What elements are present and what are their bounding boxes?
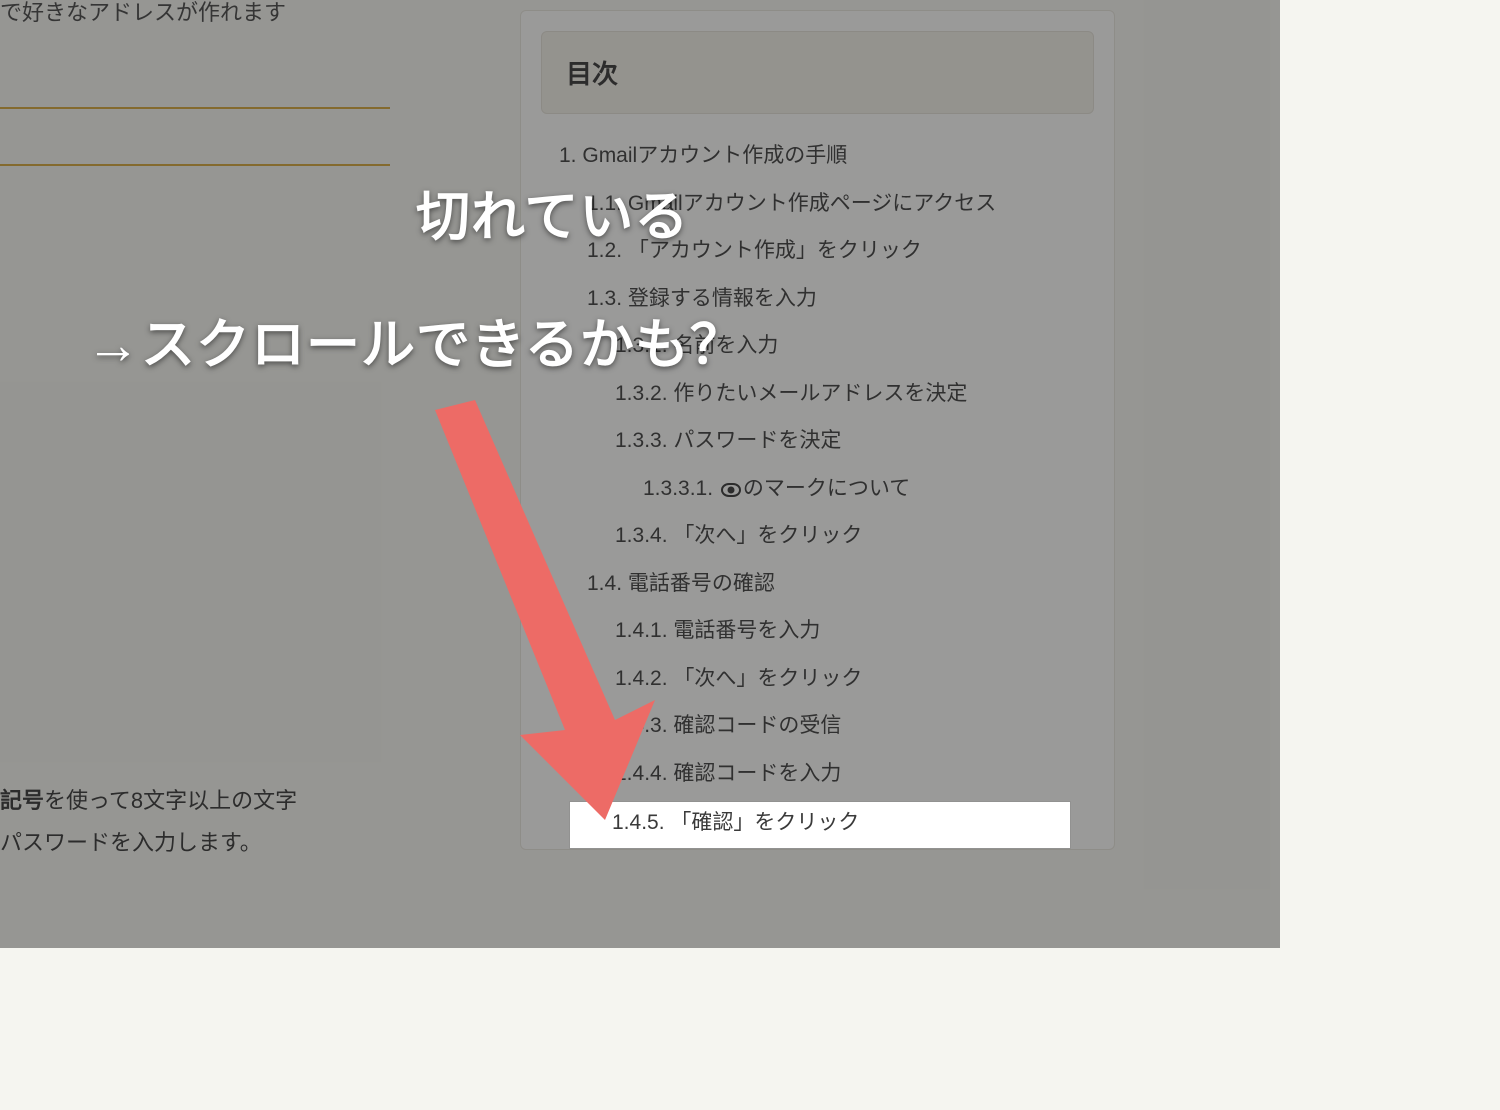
toc-item-label: Gmailアカウント作成の手順 [582, 144, 847, 167]
toc-item-number: 1.4.3. [615, 714, 673, 737]
toc-item[interactable]: 1.3.2. 作りたいメールアドレスを決定 [615, 370, 1084, 418]
toc-item[interactable]: 1.4.3. 確認コードの受信 [615, 702, 1084, 750]
highlight-callout-text: 1.4.5. 「確認」をクリック [612, 806, 892, 836]
toc-item-number: 1.3.4. [615, 524, 673, 547]
left-body-bold: 記号 [0, 788, 44, 813]
toc-item[interactable]: 1.4.4. 確認コードを入力 [615, 750, 1084, 798]
toc-item-number: 1. [559, 144, 582, 167]
toc-item-number: 1.1. [587, 192, 628, 215]
toc-item-label: 「アカウント作成」をクリック [628, 239, 922, 262]
toc-item-label: 「次へ」をクリック [673, 667, 862, 690]
toc-item[interactable]: 1.4.2. 「次へ」をクリック [615, 655, 1084, 703]
toc-card: 目次 1. Gmailアカウント作成の手順1.1. Gmailアカウント作成ペー… [520, 10, 1115, 850]
toc-item-label: のマークについて [743, 477, 910, 500]
left-body-suffix: を使って8文字以上の文字 [44, 788, 297, 813]
toc-item[interactable]: 1.3.3.1. のマークについて [643, 465, 1084, 513]
toc-item[interactable]: 1.3.1. 名前を入力 [615, 322, 1084, 370]
toc-item[interactable]: 1.4.1. 電話番号を入力 [615, 607, 1084, 655]
toc-item-label: 「次へ」をクリック [673, 524, 862, 547]
toc-item-number: 1.3.3.1. [643, 477, 719, 500]
toc-item-label: 電話番号を入力 [673, 619, 820, 642]
toc-item[interactable]: 1. Gmailアカウント作成の手順 [559, 132, 1084, 180]
toc-item-label: Gmailアカウント作成ページにアクセス [628, 192, 996, 215]
toc-item-number: 1.3.3. [615, 429, 673, 452]
toc-item-number: 1.3.2. [615, 382, 673, 405]
toc-item-number: 1.4.4. [615, 762, 673, 785]
toc-item-label: 作りたいメールアドレスを決定 [673, 382, 967, 405]
left-fragment-text: で好きなアドレスが作れます [0, 0, 430, 27]
toc-item[interactable]: 1.2. 「アカウント作成」をクリック [587, 227, 1084, 275]
toc-item-number: 1.4. [587, 572, 628, 595]
toc-item-label: 名前を入力 [673, 334, 778, 357]
toc-item[interactable]: 1.3.3. パスワードを決定 [615, 417, 1084, 465]
left-body-line2: パスワードを入力します。 [0, 830, 262, 855]
toc-item-label: 確認コードを入力 [673, 762, 841, 785]
toc-item-label: 確認コードの受信 [673, 714, 841, 737]
toc-item-label: 電話番号の確認 [628, 572, 775, 595]
toc-item-label: パスワードを決定 [673, 429, 841, 452]
left-column: で好きなアドレスが作れます 記号を使って8文字以上の文字 パスワードを入力します… [0, 0, 460, 948]
toc-item[interactable]: 1.4. 電話番号の確認 [587, 560, 1084, 608]
toc-item[interactable]: 1.3. 登録する情報を入力 [587, 275, 1084, 323]
toc-item-number: 1.2. [587, 239, 628, 262]
divider-orange-2 [0, 164, 390, 166]
eye-icon [721, 483, 741, 497]
toc-item-number: 1.4.1. [615, 619, 673, 642]
left-body-text: 記号を使って8文字以上の文字 パスワードを入力します。 [0, 780, 297, 864]
divider-orange-1 [0, 107, 390, 109]
toc-item[interactable]: 1.1. Gmailアカウント作成ページにアクセス [587, 180, 1084, 228]
toc-item-number: 1.3. [587, 287, 628, 310]
toc-title: 目次 [541, 31, 1094, 114]
toc-item-label: 登録する情報を入力 [628, 287, 817, 310]
toc-item-number: 1.3.1. [615, 334, 673, 357]
toc-list[interactable]: 1. Gmailアカウント作成の手順1.1. Gmailアカウント作成ページにア… [521, 132, 1114, 849]
toc-item[interactable]: 1.3.4. 「次へ」をクリック [615, 512, 1084, 560]
toc-item-number: 1.4.2. [615, 667, 673, 690]
